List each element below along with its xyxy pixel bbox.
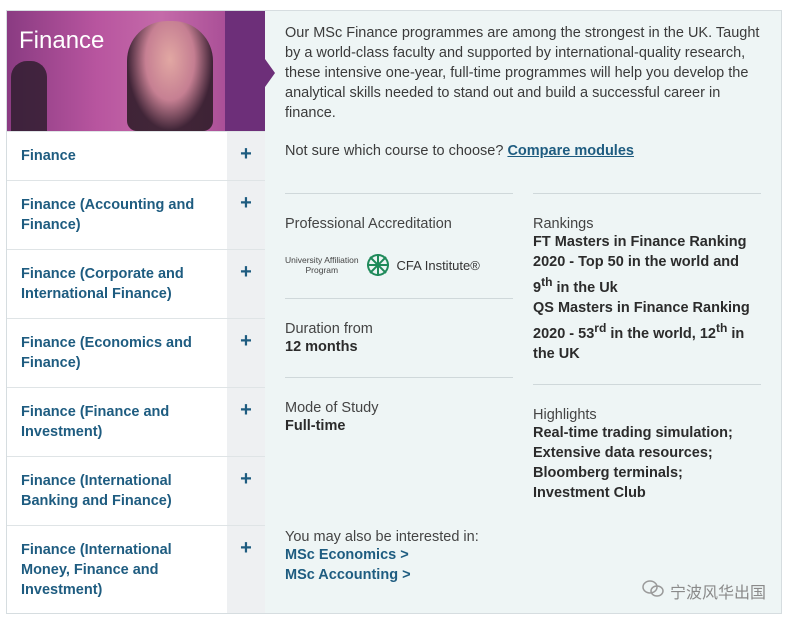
highlights-label: Highlights: [533, 406, 597, 423]
expand-plus-icon[interactable]: +: [227, 388, 265, 456]
course-item-accounting-and-finance[interactable]: Finance (Accounting and Finance) +: [7, 180, 265, 249]
course-item-label: Finance (Corporate and International Fin…: [21, 266, 184, 302]
cfa-affiliation-line: University Affiliation: [285, 255, 359, 265]
course-item-corporate-and-international-finance[interactable]: Finance (Corporate and International Fin…: [7, 249, 265, 318]
details-column-left: Professional Accreditation University Af…: [285, 193, 513, 436]
duration-value: 12 months: [285, 339, 358, 355]
expand-plus-icon[interactable]: +: [227, 457, 265, 525]
related-courses-label: You may also be interested in:: [285, 529, 479, 545]
divider: [533, 193, 761, 194]
hero-student-photo: [127, 21, 213, 131]
cfa-affiliation-text: University Affiliation Program: [285, 255, 359, 275]
hero-accent-strip: [225, 11, 265, 131]
duration-label: Duration from: [285, 321, 373, 337]
mode-value: Full-time: [285, 418, 346, 434]
course-accordion: Finance + Finance (Accounting and Financ…: [7, 131, 265, 613]
course-item-label: Finance (Accounting and Finance): [21, 197, 195, 233]
expand-plus-icon[interactable]: +: [227, 250, 265, 318]
cfa-globe-icon: [366, 254, 389, 276]
selected-pointer: [265, 59, 275, 87]
hero-title: Finance: [19, 27, 105, 54]
rankings-value: FT Masters in Finance Ranking 2020 - Top…: [533, 232, 761, 364]
details-column-right: Rankings FT Masters in Finance Ranking 2…: [533, 193, 761, 503]
intro-text: Our MSc Finance programmes are among the…: [285, 25, 760, 121]
highlights-value: Real-time trading simulation; Extensive …: [533, 424, 733, 501]
compare-prompt: Not sure which course to choose?: [285, 143, 504, 159]
wechat-icon: [642, 579, 664, 603]
watermark: 宁波风华出国: [642, 579, 766, 603]
course-item-finance-and-investment[interactable]: Finance (Finance and Investment) +: [7, 387, 265, 456]
course-sidebar: Finance Finance + Finance (Accounting an…: [7, 11, 265, 613]
compare-line: Not sure which course to choose? Compare…: [285, 143, 765, 159]
course-item-economics-and-finance[interactable]: Finance (Economics and Finance) +: [7, 318, 265, 387]
expand-plus-icon[interactable]: +: [227, 319, 265, 387]
hero-background-figure: [11, 61, 47, 131]
course-item-label: Finance (Finance and Investment): [21, 404, 170, 440]
course-item-label: Finance (International Money, Finance an…: [21, 542, 172, 598]
divider: [533, 383, 761, 385]
expand-plus-icon[interactable]: +: [227, 526, 265, 613]
course-panel: Finance Finance + Finance (Accounting an…: [6, 10, 782, 614]
msc-accounting-link[interactable]: MSc Accounting >: [285, 565, 479, 585]
expand-plus-icon[interactable]: +: [227, 181, 265, 249]
course-item-finance[interactable]: Finance +: [7, 131, 265, 180]
msc-economics-link[interactable]: MSc Economics >: [285, 545, 479, 565]
qs-ranking-sup: rd: [594, 320, 607, 335]
watermark-text: 宁波风华出国: [669, 585, 766, 602]
course-item-label: Finance: [21, 148, 76, 164]
divider: [285, 193, 513, 194]
mode-label: Mode of Study: [285, 400, 379, 416]
divider: [285, 298, 513, 299]
qs-ranking-text: in the world, 12: [606, 325, 716, 342]
cfa-logo: University Affiliation Program CFA Insti…: [285, 252, 513, 278]
course-details: Our MSc Finance programmes are among the…: [285, 23, 765, 501]
compare-modules-link[interactable]: Compare modules: [507, 143, 634, 159]
qs-ranking-sup: th: [715, 320, 728, 335]
related-courses: You may also be interested in: MSc Econo…: [285, 529, 479, 585]
cfa-institute-name: CFA Institute®: [396, 257, 480, 273]
rankings-label: Rankings: [533, 216, 594, 232]
expand-plus-icon[interactable]: +: [227, 132, 265, 180]
course-item-label: Finance (International Banking and Finan…: [21, 473, 172, 509]
divider: [285, 377, 513, 378]
course-item-international-money-finance-and-investment[interactable]: Finance (International Money, Finance an…: [7, 525, 265, 613]
accreditation-label: Professional Accreditation: [285, 216, 452, 232]
cfa-affiliation-line: Program: [305, 265, 339, 275]
hero-banner: Finance: [7, 11, 265, 131]
course-item-international-banking-and-finance[interactable]: Finance (International Banking and Finan…: [7, 456, 265, 525]
ft-ranking-sup: th: [541, 275, 553, 289]
course-item-label: Finance (Economics and Finance): [21, 335, 192, 371]
ft-ranking-text: in the Uk: [552, 279, 618, 296]
